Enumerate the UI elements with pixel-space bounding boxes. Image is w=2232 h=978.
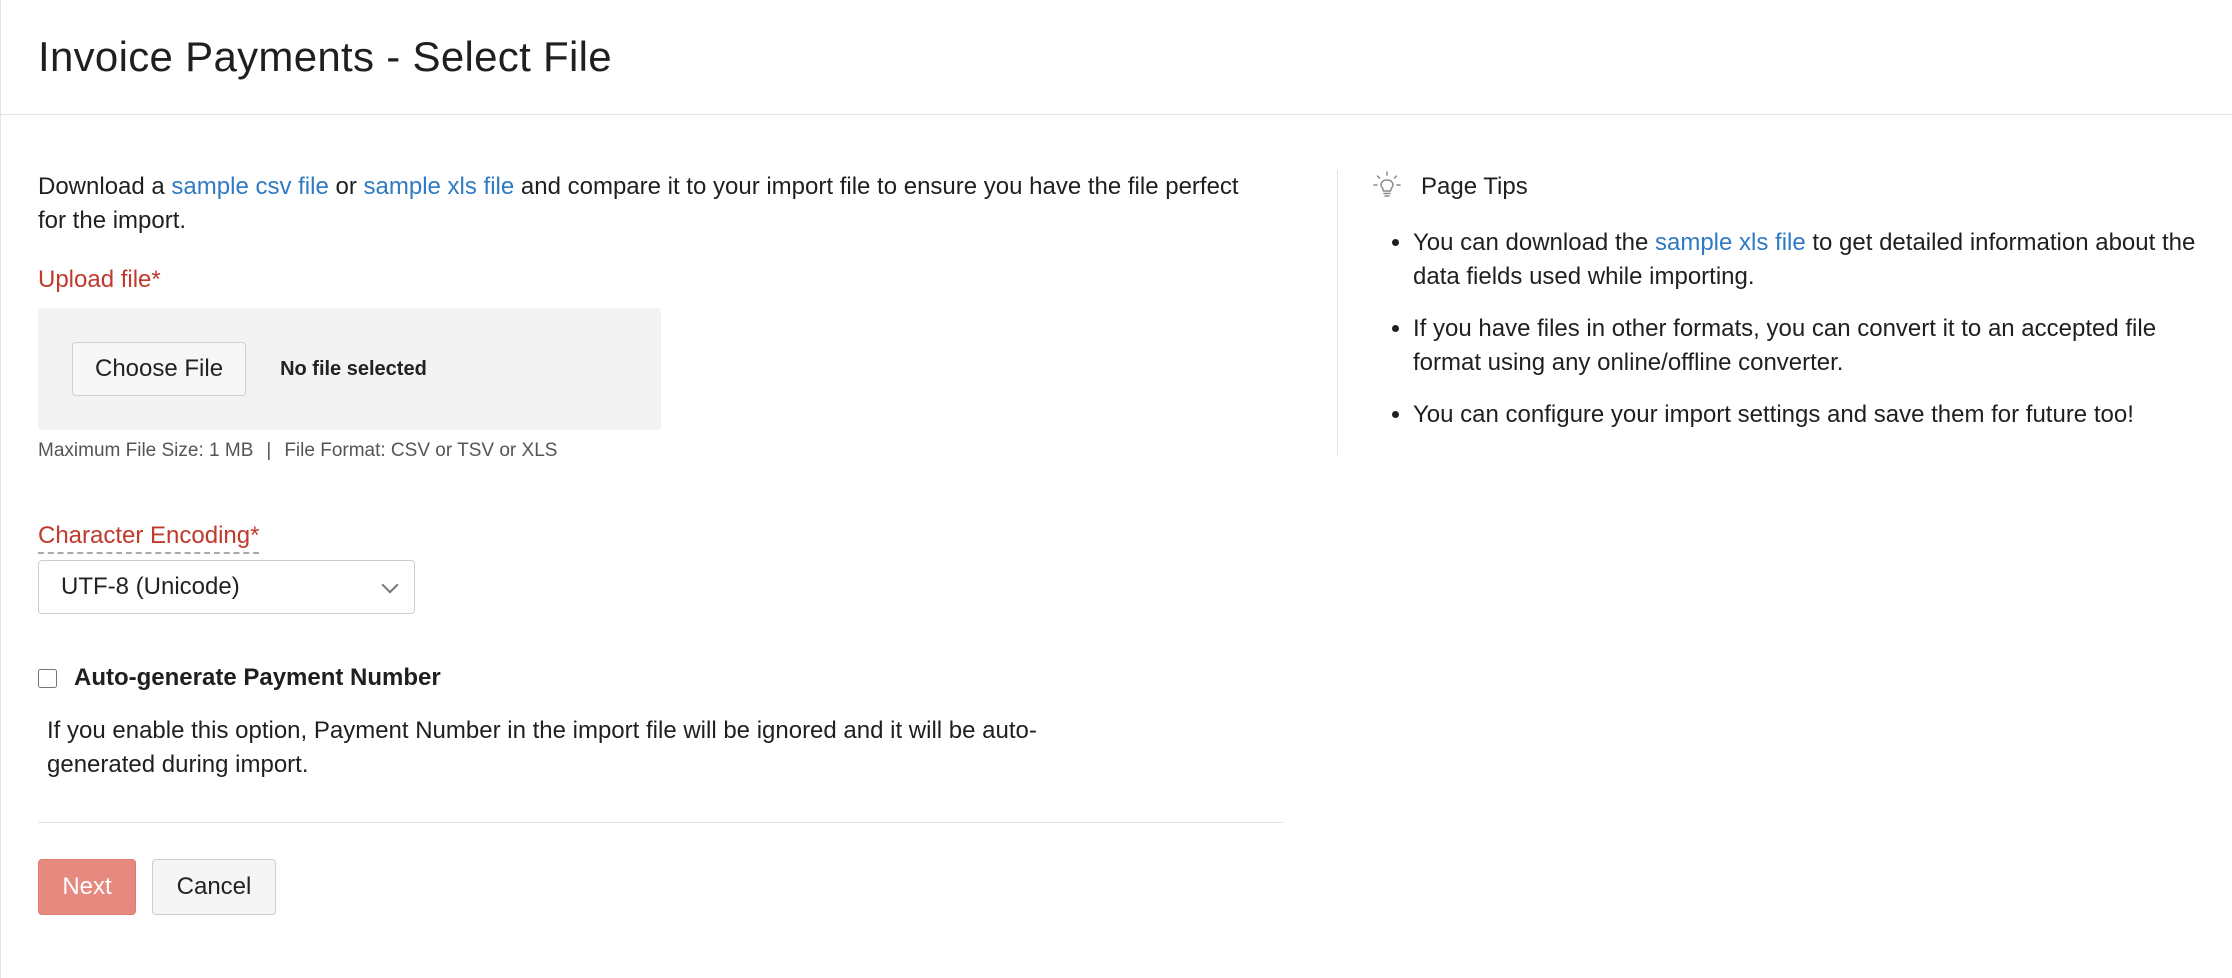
file-hint: Maximum File Size: 1 MB | File Format: CSV… xyxy=(38,440,1283,462)
cancel-button[interactable]: Cancel xyxy=(152,859,276,915)
page-header: Invoice Payments - Select File xyxy=(1,0,2232,115)
main-content: Download a sample csv file or sample xls… xyxy=(1,115,2232,978)
sample-xls-link[interactable]: sample xls file xyxy=(364,173,515,200)
intro-prefix: Download a xyxy=(38,173,172,200)
choose-file-button[interactable]: Choose File xyxy=(72,342,247,396)
file-upload-box: Choose File No file selected xyxy=(38,308,661,430)
tip-item: You can download the sample xls file to … xyxy=(1413,226,2203,294)
form-divider xyxy=(38,822,1283,823)
import-page: Invoice Payments - Select File Download … xyxy=(0,0,2232,978)
hint-separator: | xyxy=(266,440,272,461)
upload-label-text: Upload file xyxy=(38,266,152,293)
chevron-down-icon xyxy=(381,576,399,594)
file-status: No file selected xyxy=(280,357,427,380)
auto-generate-label[interactable]: Auto-generate Payment Number xyxy=(74,664,441,692)
next-button[interactable]: Next xyxy=(38,859,136,915)
upload-file-label: Upload file* xyxy=(38,266,1283,294)
lightbulb-icon xyxy=(1373,170,1401,204)
required-mark: * xyxy=(151,266,161,293)
intro-text: Download a sample csv file or sample xls… xyxy=(38,170,1258,238)
auto-generate-help: If you enable this option, Payment Numbe… xyxy=(47,717,1037,778)
tips-header: Page Tips xyxy=(1373,170,2203,204)
character-encoding-label[interactable]: Character Encoding* xyxy=(38,522,260,554)
form-actions: Next Cancel xyxy=(38,859,1283,915)
encoding-selected-value: UTF-8 (Unicode) xyxy=(61,573,240,600)
import-form: Download a sample csv file or sample xls… xyxy=(38,170,1283,915)
required-mark: * xyxy=(250,522,260,549)
page-title: Invoice Payments - Select File xyxy=(38,33,612,80)
page-tips-panel: Page Tips You can download the sample xl… xyxy=(1373,170,2203,450)
tip-item: You can configure your import settings a… xyxy=(1413,398,2203,432)
auto-generate-row: Auto-generate Payment Number xyxy=(38,664,1283,692)
encoding-label-text: Character Encoding xyxy=(38,522,251,549)
max-file-size: Maximum File Size: 1 MB xyxy=(38,440,254,461)
tip-item: If you have files in other formats, you … xyxy=(1413,312,2203,380)
intro-middle: or xyxy=(328,173,364,200)
sample-csv-link[interactable]: sample csv file xyxy=(171,173,328,200)
auto-generate-checkbox[interactable] xyxy=(38,668,57,688)
tip-sample-xls-link[interactable]: sample xls file xyxy=(1655,229,1806,256)
tips-divider xyxy=(1337,170,1338,455)
tips-list: You can download the sample xls file to … xyxy=(1373,226,2203,432)
tips-title: Page Tips xyxy=(1421,173,1528,200)
tip-text: You can download the xyxy=(1413,229,1655,256)
character-encoding-select[interactable]: UTF-8 (Unicode) xyxy=(38,560,415,614)
file-formats: File Format: CSV or TSV or XLS xyxy=(284,440,558,461)
